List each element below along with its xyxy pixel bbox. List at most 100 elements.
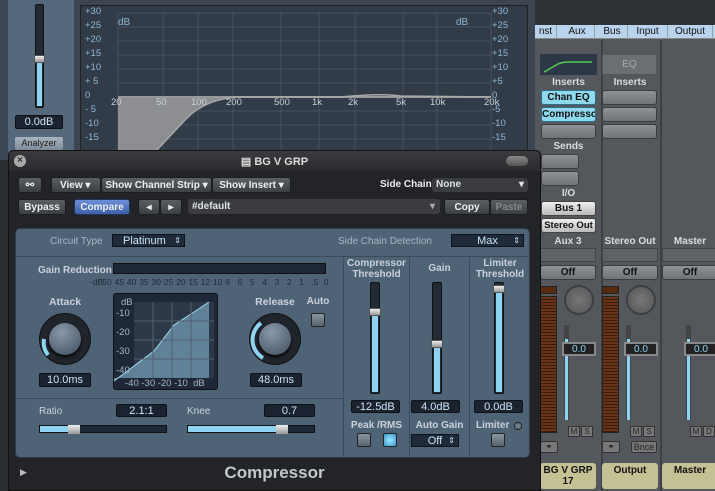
plugin-title-text: BG V GRP xyxy=(254,156,309,168)
gain-reduction-scale-tick: 40 xyxy=(126,277,137,287)
volume-fader-track[interactable] xyxy=(686,325,691,420)
stereo-link-button[interactable]: ⚭ xyxy=(540,441,558,453)
ratio-label: Ratio xyxy=(39,406,63,417)
limiter-threshold-value[interactable]: 0.0dB xyxy=(474,400,523,413)
mixer-tab-nst[interactable]: nst xyxy=(535,25,557,39)
copy-button[interactable]: Copy xyxy=(444,199,490,215)
eq-db-tick-right: -15 xyxy=(492,132,506,143)
auto-release-checkbox[interactable] xyxy=(311,313,325,327)
ratio-value[interactable]: 2.1:1 xyxy=(116,404,167,417)
mixer-tab-output[interactable]: Output xyxy=(668,25,713,39)
limiter-checkbox[interactable] xyxy=(491,433,505,447)
solo-button[interactable]: S xyxy=(643,426,655,437)
pan-knob[interactable] xyxy=(626,285,656,315)
channel-footer-label: Output xyxy=(613,465,647,476)
previous-preset-button[interactable]: ◂ xyxy=(138,199,160,215)
view-menu[interactable]: View ▾ xyxy=(51,177,101,193)
solo-button[interactable]: D xyxy=(703,426,715,437)
insert-slot-empty[interactable] xyxy=(602,90,657,105)
gain-reduction-scale-tick: .5 xyxy=(311,277,319,287)
circuit-type-select[interactable]: Platinum ⇕ xyxy=(112,234,185,247)
insert-slot-empty[interactable] xyxy=(541,124,596,139)
compression-curve-graph: dB -10 -20 -30 -40 -40 -30 -20 -10 dB xyxy=(113,293,218,390)
automation-mode-button[interactable]: Off xyxy=(662,265,715,280)
inserts-label: Inserts xyxy=(613,77,647,88)
gain-fader[interactable] xyxy=(431,282,443,394)
link-button[interactable]: ⚯ xyxy=(18,177,42,193)
eq-freq-tick: 1k xyxy=(312,97,323,108)
ratio-slider[interactable] xyxy=(39,425,167,434)
limiter-label: Limiter xyxy=(476,420,510,431)
compressor-threshold-fader[interactable] xyxy=(369,282,381,394)
compressor-threshold-value[interactable]: -12.5dB xyxy=(351,400,400,413)
volume-value[interactable]: 0.0 xyxy=(624,342,658,356)
gain-reduction-scale-tick: 15 xyxy=(188,277,198,287)
mute-button[interactable]: M xyxy=(568,426,580,437)
insert-slot-chan-eq[interactable]: Chan EQ xyxy=(541,90,596,105)
automation-mode-button[interactable]: Off xyxy=(540,265,596,280)
mixer-tab-input[interactable]: Input xyxy=(628,25,668,39)
plugin-title: ▤ BG V GRP xyxy=(9,155,540,168)
plugin-name-label: Compressor xyxy=(224,463,325,482)
automation-mode-button[interactable]: Off xyxy=(602,265,658,280)
analyzer-button[interactable]: Analyzer xyxy=(15,137,63,150)
insert-slot-compressor[interactable]: Compresso xyxy=(541,107,596,122)
bounce-button[interactable]: Bnce xyxy=(631,441,657,453)
volume-fader-track[interactable] xyxy=(564,325,569,420)
attack-knob[interactable] xyxy=(39,313,91,365)
limiter-threshold-fader[interactable] xyxy=(493,282,505,394)
knee-slider[interactable] xyxy=(187,425,315,434)
attack-value[interactable]: 10.0ms xyxy=(39,373,91,387)
release-knob[interactable] xyxy=(249,313,301,365)
channel-eq-button[interactable]: EQ xyxy=(602,54,657,75)
curve-y-tick: -10 xyxy=(116,308,130,319)
level-meter xyxy=(540,296,557,433)
send-slot[interactable] xyxy=(541,154,579,169)
bypass-button[interactable]: Bypass xyxy=(18,199,66,215)
insert-slot-empty[interactable] xyxy=(602,124,657,139)
channel-group-slot[interactable] xyxy=(662,248,715,262)
stereo-link-button[interactable]: ⚭ xyxy=(602,441,620,453)
mixer-tab-aux[interactable]: Aux xyxy=(560,25,595,39)
input-slot[interactable]: Bus 1 xyxy=(541,201,596,216)
channel-name: Stereo Out xyxy=(604,236,656,247)
channel-group-slot[interactable] xyxy=(602,248,658,262)
eq-gain-fader[interactable] xyxy=(34,4,45,108)
rms-button[interactable] xyxy=(383,433,397,447)
channel-eq-thumbnail[interactable] xyxy=(540,54,597,75)
channel-group-slot[interactable] xyxy=(540,248,596,262)
paste-button[interactable]: Paste xyxy=(490,199,528,215)
side-chain-detection-select[interactable]: Max ⇕ xyxy=(451,234,524,247)
mixer-tab-bus[interactable]: Bus xyxy=(597,25,628,39)
knee-value[interactable]: 0.7 xyxy=(264,404,315,417)
send-slot[interactable] xyxy=(541,171,579,186)
gain-reduction-scale-tick: 50 xyxy=(102,277,112,287)
eq-gain-value[interactable]: 0.0dB xyxy=(15,115,63,129)
eq-freq-tick: 20 xyxy=(111,97,122,108)
solo-button[interactable]: S xyxy=(581,426,593,437)
volume-value[interactable]: 0.0 xyxy=(684,342,715,356)
show-insert-menu[interactable]: Show Insert ▾ xyxy=(212,177,291,193)
mute-button[interactable]: M xyxy=(630,426,642,437)
show-channel-strip-menu[interactable]: Show Channel Strip ▾ xyxy=(101,177,212,193)
insert-slot-empty[interactable] xyxy=(602,107,657,122)
channel-footer-name[interactable]: Output xyxy=(602,463,658,489)
channel-footer-name[interactable]: Master xyxy=(662,463,715,489)
side-chain-select[interactable]: None ▾ xyxy=(432,178,528,192)
pan-knob[interactable] xyxy=(564,285,594,315)
eq-db-tick-left: +25 xyxy=(85,20,102,31)
next-preset-button[interactable]: ▸ xyxy=(160,199,182,215)
release-value[interactable]: 48.0ms xyxy=(250,373,302,387)
io-label: I/O xyxy=(561,188,576,199)
gain-value[interactable]: 4.0dB xyxy=(411,400,460,413)
output-slot[interactable]: Stereo Out xyxy=(541,218,596,233)
volume-value[interactable]: 0.0 xyxy=(562,342,596,356)
peak-button[interactable] xyxy=(357,433,371,447)
auto-gain-select[interactable]: Off ⇕ xyxy=(411,434,459,447)
volume-fader-track[interactable] xyxy=(626,325,631,420)
channel-footer-name[interactable]: BG V GRP 17 xyxy=(540,463,596,489)
db-label-right: dB xyxy=(456,17,469,28)
compare-button[interactable]: Compare xyxy=(74,199,130,215)
mute-button[interactable]: M xyxy=(690,426,702,437)
preset-select[interactable]: #default ▾ xyxy=(188,199,440,214)
